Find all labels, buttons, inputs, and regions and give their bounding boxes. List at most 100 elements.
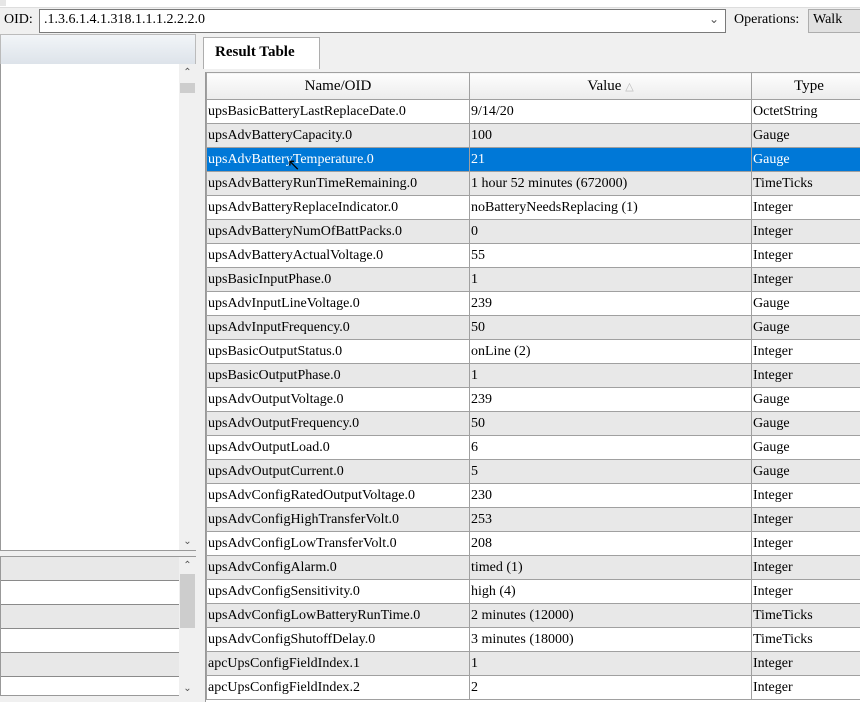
cell-value[interactable]: 1 — [470, 268, 752, 292]
cell-type[interactable]: Integer — [752, 508, 860, 532]
cell-type[interactable]: Gauge — [752, 436, 860, 460]
cell-value[interactable]: 230 — [470, 484, 752, 508]
chevron-down-icon[interactable]: ⌄ — [179, 680, 196, 697]
cell-type[interactable]: Integer — [752, 244, 860, 268]
cell-type[interactable]: Gauge — [752, 316, 860, 340]
column-header-type[interactable]: Type — [752, 73, 860, 100]
cell-value[interactable]: 55 — [470, 244, 752, 268]
table-row[interactable]: upsBasicBatteryLastReplaceDate.09/14/20O… — [207, 100, 860, 124]
cell-value[interactable]: 1 — [470, 652, 752, 676]
cell-name[interactable]: upsBasicInputPhase.0 — [207, 268, 470, 292]
table-row[interactable]: upsAdvBatteryRunTimeRemaining.01 hour 52… — [207, 172, 860, 196]
cell-name[interactable]: upsAdvBatteryReplaceIndicator.0 — [207, 196, 470, 220]
cell-name[interactable]: upsAdvOutputFrequency.0 — [207, 412, 470, 436]
cell-type[interactable]: Gauge — [752, 460, 860, 484]
table-row[interactable]: apcUpsConfigFieldIndex.11Integer — [207, 652, 860, 676]
cell-name[interactable]: upsBasicOutputPhase.0 — [207, 364, 470, 388]
list-row[interactable] — [1, 605, 179, 629]
cell-value[interactable]: 2 minutes (12000) — [470, 604, 752, 628]
cell-type[interactable]: Integer — [752, 268, 860, 292]
cell-name[interactable]: upsAdvOutputVoltage.0 — [207, 388, 470, 412]
cell-name[interactable]: upsAdvBatteryActualVoltage.0 — [207, 244, 470, 268]
list-row[interactable] — [1, 629, 179, 653]
chevron-up-icon[interactable]: ⌃ — [179, 557, 196, 574]
table-row[interactable]: upsAdvInputFrequency.050Gauge — [207, 316, 860, 340]
tree-scrollbar[interactable]: ⌃ ⌄ — [179, 64, 196, 550]
cell-name[interactable]: upsBasicBatteryLastReplaceDate.0 — [207, 100, 470, 124]
cell-value[interactable]: 1 — [470, 364, 752, 388]
cell-value[interactable]: 0 — [470, 220, 752, 244]
table-row[interactable]: upsAdvConfigShutoffDelay.03 minutes (180… — [207, 628, 860, 652]
splitter[interactable] — [196, 34, 204, 696]
cell-type[interactable]: Integer — [752, 196, 860, 220]
cell-value[interactable]: 50 — [470, 412, 752, 436]
cell-value[interactable]: 1 hour 52 minutes (672000) — [470, 172, 752, 196]
cell-name[interactable]: upsBasicOutputStatus.0 — [207, 340, 470, 364]
cell-name[interactable]: upsAdvConfigShutoffDelay.0 — [207, 628, 470, 652]
result-table[interactable]: Name/OID Value △ Type upsBasicBatteryLas… — [205, 72, 860, 702]
cell-name[interactable]: upsAdvBatteryTemperature.0 — [207, 148, 470, 172]
cell-type[interactable]: TimeTicks — [752, 604, 860, 628]
cell-type[interactable]: Gauge — [752, 412, 860, 436]
cell-value[interactable]: 21 — [470, 148, 752, 172]
cell-value[interactable]: 100 — [470, 124, 752, 148]
table-row[interactable]: upsAdvConfigRatedOutputVoltage.0230Integ… — [207, 484, 860, 508]
mib-tree[interactable]: ⌃ ⌄ — [0, 64, 196, 551]
cell-type[interactable]: TimeTicks — [752, 628, 860, 652]
cell-type[interactable]: Integer — [752, 532, 860, 556]
cell-name[interactable]: upsAdvConfigAlarm.0 — [207, 556, 470, 580]
chevron-up-icon[interactable]: ⌃ — [179, 64, 196, 81]
cell-name[interactable]: upsAdvOutputCurrent.0 — [207, 460, 470, 484]
cell-type[interactable]: Integer — [752, 220, 860, 244]
list-scrollbar[interactable]: ⌃ ⌄ — [179, 557, 196, 697]
table-row[interactable]: upsAdvConfigLowTransferVolt.0208Integer — [207, 532, 860, 556]
cell-name[interactable]: upsAdvConfigRatedOutputVoltage.0 — [207, 484, 470, 508]
cell-value[interactable]: onLine (2) — [470, 340, 752, 364]
cell-type[interactable]: Gauge — [752, 388, 860, 412]
cell-value[interactable]: noBatteryNeedsReplacing (1) — [470, 196, 752, 220]
cell-type[interactable]: OctetString — [752, 100, 860, 124]
tab-result-table[interactable]: Result Table — [203, 37, 320, 69]
table-row[interactable]: upsAdvBatteryCapacity.0100Gauge — [207, 124, 860, 148]
cell-name[interactable]: upsAdvConfigLowBatteryRunTime.0 — [207, 604, 470, 628]
cell-name[interactable]: upsAdvConfigLowTransferVolt.0 — [207, 532, 470, 556]
table-row[interactable]: upsAdvConfigLowBatteryRunTime.02 minutes… — [207, 604, 860, 628]
list-row[interactable] — [1, 581, 179, 605]
table-row[interactable]: upsAdvConfigHighTransferVolt.0253Integer — [207, 508, 860, 532]
cell-name[interactable]: upsAdvBatteryNumOfBattPacks.0 — [207, 220, 470, 244]
table-row[interactable]: upsBasicOutputPhase.01Integer — [207, 364, 860, 388]
cell-type[interactable]: Integer — [752, 556, 860, 580]
cell-value[interactable]: 253 — [470, 508, 752, 532]
table-row[interactable]: upsAdvConfigAlarm.0timed (1)Integer — [207, 556, 860, 580]
cell-value[interactable]: 208 — [470, 532, 752, 556]
cell-name[interactable]: upsAdvConfigHighTransferVolt.0 — [207, 508, 470, 532]
table-row[interactable]: upsAdvConfigSensitivity.0high (4)Integer — [207, 580, 860, 604]
table-row[interactable]: upsAdvOutputFrequency.050Gauge — [207, 412, 860, 436]
cell-name[interactable]: upsAdvInputFrequency.0 — [207, 316, 470, 340]
operations-select[interactable]: Walk — [808, 9, 860, 33]
cell-value[interactable]: 5 — [470, 460, 752, 484]
chevron-down-icon[interactable]: ⌄ — [179, 533, 196, 550]
cell-type[interactable]: Integer — [752, 652, 860, 676]
table-row[interactable]: upsAdvInputLineVoltage.0239Gauge — [207, 292, 860, 316]
cell-type[interactable]: Gauge — [752, 148, 860, 172]
cell-type[interactable]: Integer — [752, 580, 860, 604]
cell-type[interactable]: Integer — [752, 484, 860, 508]
cell-value[interactable]: 6 — [470, 436, 752, 460]
column-header-value[interactable]: Value △ — [470, 73, 752, 100]
chevron-down-icon[interactable]: ⌄ — [709, 12, 719, 26]
table-row[interactable]: upsAdvOutputVoltage.0239Gauge — [207, 388, 860, 412]
table-row[interactable]: upsAdvBatteryActualVoltage.055Integer — [207, 244, 860, 268]
cell-name[interactable]: apcUpsConfigFieldIndex.1 — [207, 652, 470, 676]
cell-name[interactable]: upsAdvBatteryRunTimeRemaining.0 — [207, 172, 470, 196]
cell-name[interactable]: upsAdvOutputLoad.0 — [207, 436, 470, 460]
cell-name[interactable]: upsAdvConfigSensitivity.0 — [207, 580, 470, 604]
table-row[interactable]: upsAdvBatteryNumOfBattPacks.00Integer — [207, 220, 860, 244]
cell-value[interactable]: high (4) — [470, 580, 752, 604]
column-header-name[interactable]: Name/OID — [207, 73, 470, 100]
table-row[interactable]: upsBasicInputPhase.01Integer — [207, 268, 860, 292]
cell-value[interactable]: 9/14/20 — [470, 100, 752, 124]
table-row[interactable]: upsBasicOutputStatus.0onLine (2)Integer — [207, 340, 860, 364]
cell-value[interactable]: timed (1) — [470, 556, 752, 580]
table-row[interactable]: upsAdvBatteryTemperature.021Gauge — [207, 148, 860, 172]
